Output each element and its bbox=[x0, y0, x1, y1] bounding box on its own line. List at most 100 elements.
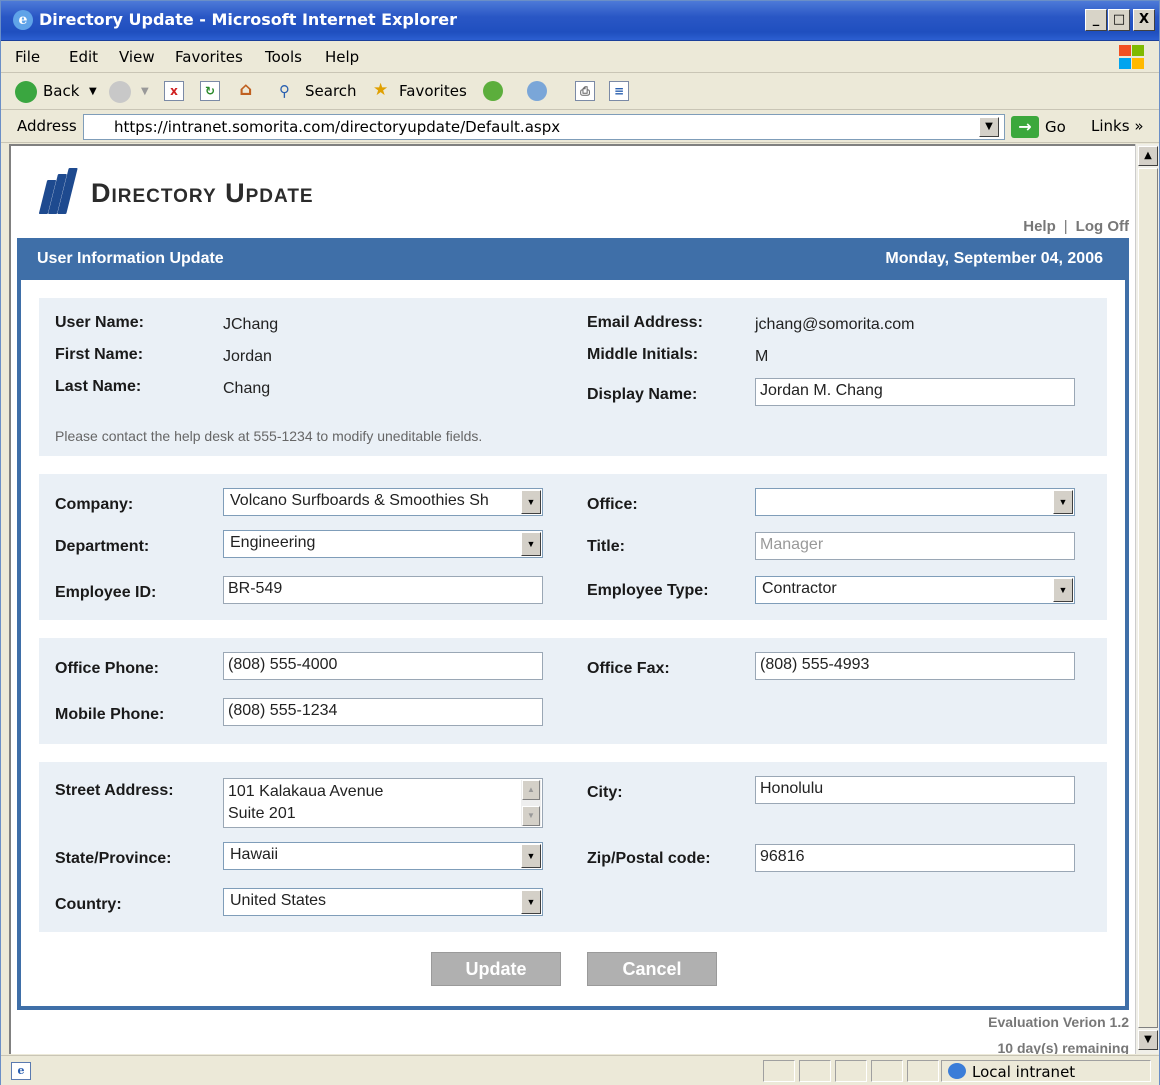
status-cell bbox=[835, 1060, 867, 1082]
page-viewport: Directory Update Help | Log Off User Infor… bbox=[9, 144, 1135, 1054]
help-link[interactable]: Help bbox=[1023, 218, 1056, 235]
phone-panel: Office Phone: (808) 555-4000 Mobile Phon… bbox=[39, 638, 1107, 744]
edit-icon[interactable]: ≡ bbox=[609, 81, 629, 101]
home-icon[interactable]: ⌂ bbox=[236, 81, 256, 101]
menu-favorites[interactable]: Favorites bbox=[175, 48, 243, 66]
directory-logo-icon bbox=[38, 168, 81, 216]
go-arrow-icon[interactable]: → bbox=[1011, 116, 1039, 138]
forward-dropdown-icon[interactable]: ▼ bbox=[141, 86, 149, 97]
display-name-label: Display Name: bbox=[587, 386, 698, 403]
office-phone-label: Office Phone: bbox=[55, 660, 160, 677]
street-address-label: Street Address: bbox=[55, 782, 174, 799]
links-button[interactable]: Links » bbox=[1091, 117, 1144, 135]
middle-initials-label: Middle Initials: bbox=[587, 346, 699, 363]
chevron-down-icon[interactable]: ▼ bbox=[521, 490, 541, 514]
cancel-button[interactable]: Cancel bbox=[587, 952, 717, 986]
title-bar[interactable]: e Directory Update - Microsoft Internet … bbox=[1, 1, 1159, 41]
status-cell bbox=[871, 1060, 903, 1082]
print-icon[interactable]: ⎙ bbox=[575, 81, 595, 101]
menu-file[interactable]: File bbox=[15, 48, 40, 66]
first-name-label: First Name: bbox=[55, 346, 144, 363]
page-icon: e bbox=[11, 1062, 31, 1080]
maximize-button[interactable]: □ bbox=[1108, 9, 1130, 31]
version-text: Evaluation Verion 1.2 bbox=[988, 1014, 1129, 1030]
textarea-scrollbar[interactable]: ▲ ▼ bbox=[521, 780, 541, 826]
go-button[interactable]: Go bbox=[1045, 118, 1066, 136]
address-dropdown-icon[interactable]: ▼ bbox=[979, 117, 999, 137]
menu-tools[interactable]: Tools bbox=[265, 48, 302, 66]
update-button[interactable]: Update bbox=[431, 952, 561, 986]
back-button[interactable]: Back bbox=[43, 82, 79, 100]
window-title: Directory Update - Microsoft Internet Ex… bbox=[39, 10, 457, 29]
zone-label: Local intranet bbox=[972, 1063, 1076, 1081]
close-button[interactable]: X bbox=[1133, 9, 1155, 31]
chevron-down-icon[interactable]: ▼ bbox=[1053, 578, 1073, 602]
office-fax-field[interactable]: (808) 555-4993 bbox=[755, 652, 1075, 680]
page-scrollbar[interactable]: ▲ ▼ bbox=[1135, 144, 1159, 1054]
email-value: jchang@somorita.com bbox=[755, 316, 915, 333]
back-dropdown-icon[interactable]: ▼ bbox=[89, 86, 97, 97]
chevron-down-icon[interactable]: ▼ bbox=[1053, 490, 1073, 514]
scroll-up-icon[interactable]: ▲ bbox=[522, 780, 540, 800]
back-arrow-icon[interactable] bbox=[15, 81, 37, 103]
menu-edit[interactable]: Edit bbox=[69, 48, 98, 66]
favorites-button[interactable]: Favorites bbox=[399, 82, 467, 100]
email-label: Email Address: bbox=[587, 314, 703, 331]
last-name-label: Last Name: bbox=[55, 378, 142, 395]
country-select[interactable]: United States ▼ bbox=[223, 888, 543, 916]
menu-help[interactable]: Help bbox=[325, 48, 359, 66]
city-label: City: bbox=[587, 784, 623, 801]
refresh-icon[interactable]: ↻ bbox=[200, 81, 220, 101]
street-line-2: Suite 201 bbox=[228, 805, 296, 822]
windows-logo-icon bbox=[1117, 43, 1147, 71]
zip-field[interactable]: 96816 bbox=[755, 844, 1075, 872]
office-phone-field[interactable]: (808) 555-4000 bbox=[223, 652, 543, 680]
remaining-text: 10 day(s) remaining bbox=[997, 1040, 1130, 1054]
forward-arrow-icon[interactable] bbox=[109, 81, 131, 103]
zip-label: Zip/Postal code: bbox=[587, 850, 711, 867]
office-select[interactable]: ▼ bbox=[755, 488, 1075, 516]
stop-icon[interactable]: x bbox=[164, 81, 184, 101]
menu-view[interactable]: View bbox=[119, 48, 155, 66]
department-label: Department: bbox=[55, 538, 150, 555]
employee-type-selected: Contractor bbox=[762, 580, 837, 597]
display-name-field[interactable]: Jordan M. Chang bbox=[755, 378, 1075, 406]
media-icon[interactable] bbox=[483, 81, 503, 101]
mail-icon[interactable] bbox=[527, 81, 547, 101]
organization-panel: Company: Volcano Surfboards & Smoothies … bbox=[39, 474, 1107, 620]
middle-initials-value: M bbox=[755, 348, 769, 365]
employee-type-select[interactable]: Contractor ▼ bbox=[755, 576, 1075, 604]
scroll-down-icon[interactable]: ▼ bbox=[1138, 1030, 1158, 1050]
scroll-thumb[interactable] bbox=[1138, 168, 1158, 1028]
street-address-field[interactable]: 101 Kalakaua Avenue Suite 201 ▲ ▼ bbox=[223, 778, 543, 828]
form-date: Monday, September 04, 2006 bbox=[885, 250, 1103, 267]
employee-type-label: Employee Type: bbox=[587, 582, 709, 599]
app-title: Directory Update bbox=[91, 178, 314, 208]
scroll-down-icon[interactable]: ▼ bbox=[522, 806, 540, 826]
minimize-button[interactable]: _ bbox=[1085, 9, 1107, 31]
top-links: Help | Log Off bbox=[1023, 218, 1129, 235]
state-select[interactable]: Hawaii ▼ bbox=[223, 842, 543, 870]
mobile-phone-field[interactable]: (808) 555-1234 bbox=[223, 698, 543, 726]
company-select[interactable]: Volcano Surfboards & Smoothies Sh ▼ bbox=[223, 488, 543, 516]
chevron-down-icon[interactable]: ▼ bbox=[521, 890, 541, 914]
status-cell bbox=[799, 1060, 831, 1082]
status-cell bbox=[763, 1060, 795, 1082]
search-button[interactable]: Search bbox=[305, 82, 357, 100]
favorites-star-icon[interactable]: ★ bbox=[373, 80, 388, 100]
address-label: Address bbox=[17, 117, 77, 135]
scroll-up-icon[interactable]: ▲ bbox=[1138, 146, 1158, 166]
chevron-down-icon[interactable]: ▼ bbox=[521, 844, 541, 868]
menu-bar: File Edit View Favorites Tools Help bbox=[1, 41, 1159, 73]
city-field[interactable]: Honolulu bbox=[755, 776, 1075, 804]
address-input[interactable]: https://intranet.somorita.com/directoryu… bbox=[83, 114, 1005, 140]
chevron-down-icon[interactable]: ▼ bbox=[521, 532, 541, 556]
browser-window: e Directory Update - Microsoft Internet … bbox=[0, 0, 1160, 1085]
search-icon[interactable]: ⚲ bbox=[279, 82, 290, 100]
department-select[interactable]: Engineering ▼ bbox=[223, 530, 543, 558]
links-label: Links bbox=[1091, 117, 1130, 135]
employee-id-field[interactable]: BR-549 bbox=[223, 576, 543, 604]
ie-icon: e bbox=[13, 10, 33, 30]
logoff-link[interactable]: Log Off bbox=[1076, 218, 1129, 235]
country-selected: United States bbox=[230, 892, 327, 909]
